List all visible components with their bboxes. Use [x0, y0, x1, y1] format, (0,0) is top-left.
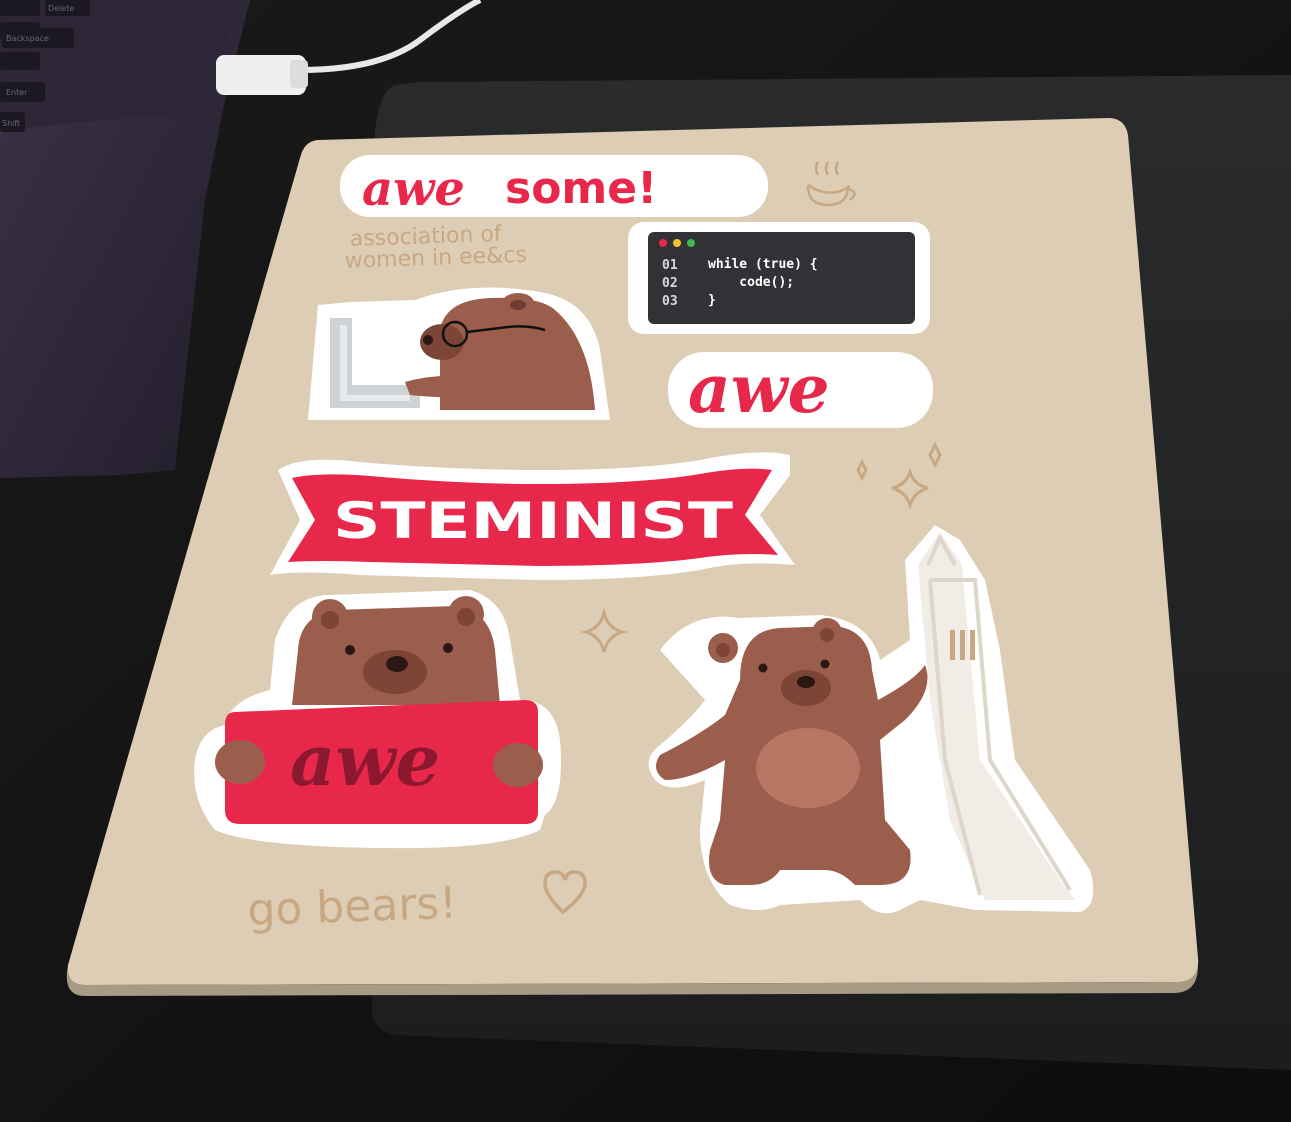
awesome-sticker: awe some!: [340, 155, 768, 217]
key-backspace: Backspace: [6, 34, 49, 43]
key-delete: Delete: [48, 4, 74, 13]
awesome-part2: some!: [505, 163, 657, 214]
steminist-text: STEMINIST: [333, 492, 733, 550]
code-terminal-sticker: 01 while (true) { 02 code(); 03 }: [628, 222, 930, 334]
awe-sticker: awe: [668, 350, 933, 428]
code-line-2: code();: [708, 275, 794, 290]
scene-svg: Delete Backspace Enter Shift awe some! a…: [0, 0, 1291, 1122]
key-shift: Shift: [2, 119, 20, 128]
laptop-bear-sticker: [308, 287, 610, 420]
awesome-part1: awe: [362, 161, 465, 217]
key-enter: Enter: [6, 88, 28, 97]
code-line-num-1: 01: [662, 258, 678, 273]
steminist-banner-sticker: STEMINIST: [270, 452, 795, 580]
code-line-1: while (true) {: [708, 257, 818, 272]
awe-sticker-text: awe: [688, 350, 830, 428]
footer-text: go bears!: [247, 878, 458, 936]
photo-scene: Delete Backspace Enter Shift awe some! a…: [0, 0, 1291, 1122]
code-line-num-2: 02: [662, 276, 678, 291]
sign-text: awe: [290, 719, 440, 802]
code-line-3: }: [708, 293, 716, 308]
code-line-num-3: 03: [662, 294, 678, 309]
